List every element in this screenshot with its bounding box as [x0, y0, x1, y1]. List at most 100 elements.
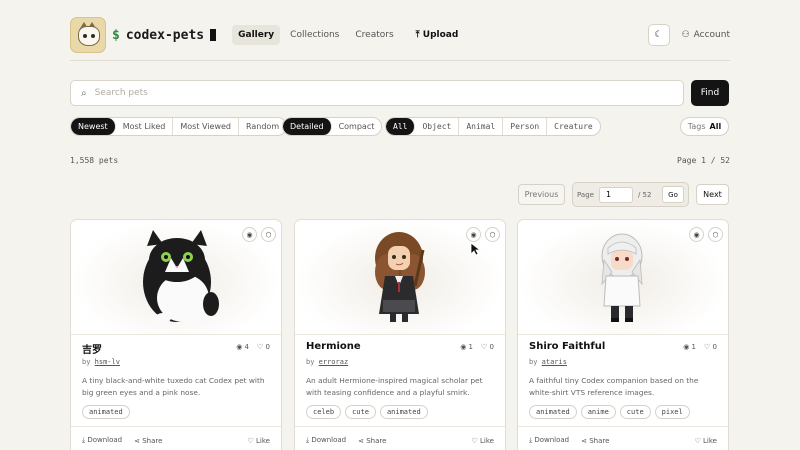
like-button[interactable]: ♡ Like: [695, 437, 717, 445]
share-button[interactable]: ⋖ Share: [134, 437, 162, 445]
nav-creators[interactable]: Creators: [349, 25, 399, 45]
like-count: 0: [489, 343, 494, 351]
type-creature[interactable]: Creature: [547, 118, 600, 135]
type-filter: All Object Animal Person Creature: [385, 117, 601, 136]
brand[interactable]: $ codex-pets: [112, 27, 217, 43]
sort-newest[interactable]: Newest: [71, 118, 116, 135]
pet-description: An adult Hermione-inspired magical schol…: [306, 376, 483, 397]
logo-cat-icon[interactable]: [70, 17, 106, 53]
nav-gallery[interactable]: Gallery: [232, 25, 281, 45]
download-label: Download: [87, 436, 123, 444]
nav-collections[interactable]: Collections: [284, 25, 345, 45]
header-divider: [70, 60, 730, 61]
view-compact[interactable]: Compact: [332, 118, 382, 135]
tag-chip[interactable]: anime: [580, 405, 616, 419]
tag-chip[interactable]: cute: [345, 405, 376, 419]
search-bar[interactable]: ⌕: [70, 80, 684, 106]
page-indicator: Page 1 / 52: [677, 156, 730, 165]
tags-value: All: [709, 122, 722, 131]
main-nav: Gallery Collections Creators ⤒ Upload: [232, 25, 464, 45]
sort-random[interactable]: Random: [239, 118, 286, 135]
cube-icon[interactable]: ⬡: [485, 227, 500, 242]
pet-card[interactable]: ◉ ⬡ 吉罗 ◉ 4 ♡ 0 by hsm-lv A tiny black-an…: [70, 219, 282, 450]
view-detailed[interactable]: Detailed: [283, 118, 332, 135]
eye-icon[interactable]: ◉: [466, 227, 481, 242]
tag-chip[interactable]: animated: [379, 405, 428, 419]
share-icon: ⋖: [134, 436, 143, 445]
heart-icon: ♡: [694, 436, 704, 445]
tag-chip[interactable]: pixel: [654, 405, 690, 419]
eye-icon: ◉: [236, 343, 245, 351]
eye-icon: ◉: [683, 343, 692, 351]
eye-icon[interactable]: ◉: [689, 227, 704, 242]
brand-prompt: $: [112, 27, 120, 43]
tag-chip[interactable]: cute: [619, 405, 651, 419]
pet-title[interactable]: 吉罗: [82, 341, 102, 356]
pet-count: 1,558 pets: [70, 156, 119, 165]
view-filter: Detailed Compact: [282, 117, 383, 136]
like-label: Like: [703, 436, 717, 445]
pet-actions: ⤓ Download ⋖ Share ♡ Like: [82, 436, 270, 445]
pet-author-link[interactable]: ataris: [542, 358, 567, 366]
pet-stats: ◉ 1 ♡ 0: [683, 343, 717, 351]
pet-title[interactable]: Hermione: [306, 341, 361, 352]
eye-icon[interactable]: ◉: [242, 227, 257, 242]
heart-icon: ♡: [471, 436, 481, 445]
type-object[interactable]: Object: [415, 118, 460, 135]
share-label: Share: [142, 436, 163, 445]
pet-description: A tiny black-and-white tuxedo cat Codex …: [82, 376, 265, 397]
type-person[interactable]: Person: [503, 118, 548, 135]
theme-toggle-button[interactable]: ☾: [647, 24, 670, 46]
heart-icon: ♡: [704, 343, 713, 351]
sort-most-liked[interactable]: Most Liked: [116, 118, 174, 135]
download-label: Download: [534, 436, 570, 444]
page-input[interactable]: [598, 186, 633, 203]
by-label: by: [306, 358, 315, 366]
page-label: Page: [577, 190, 594, 199]
pet-author-link[interactable]: hsm-lv: [95, 358, 120, 366]
pet-card[interactable]: ◉ ⬡ Shiro Faithful ◉ 1 ♡ 0 by ataris A f…: [517, 219, 729, 450]
cube-icon[interactable]: ⬡: [708, 227, 723, 242]
search-input[interactable]: [94, 88, 655, 98]
page-total: / 52: [637, 190, 652, 199]
find-button[interactable]: Find: [691, 80, 729, 106]
account-link[interactable]: ⚇ Account: [682, 30, 730, 40]
page-jump: Page / 52 Go: [572, 182, 689, 207]
download-button[interactable]: ⤓ Download: [529, 436, 569, 445]
like-label: Like: [480, 436, 494, 445]
next-button[interactable]: Next: [696, 184, 729, 205]
pet-author-line: by hsm-lv: [82, 358, 120, 366]
heart-icon: ♡: [481, 343, 490, 351]
like-button[interactable]: ♡ Like: [248, 437, 270, 445]
cube-icon[interactable]: ⬡: [261, 227, 276, 242]
pet-author-link[interactable]: erroraz: [319, 358, 349, 366]
sort-most-viewed[interactable]: Most Viewed: [173, 118, 239, 135]
pet-description: A faithful tiny Codex companion based on…: [529, 376, 699, 397]
like-count: 0: [265, 343, 270, 351]
download-button[interactable]: ⤓ Download: [82, 436, 122, 445]
pet-author-line: by ataris: [529, 358, 567, 366]
pet-title[interactable]: Shiro Faithful: [529, 341, 605, 352]
by-label: by: [529, 358, 538, 366]
tag-chip[interactable]: celeb: [306, 405, 342, 419]
like-button[interactable]: ♡ Like: [472, 437, 494, 445]
view-count: 1: [691, 343, 697, 351]
card-divider: [71, 426, 281, 427]
go-button[interactable]: Go: [662, 186, 684, 203]
tag-chip[interactable]: animated: [82, 405, 130, 419]
share-label: Share: [366, 436, 387, 445]
share-button[interactable]: ⋖ Share: [358, 437, 386, 445]
heart-icon: ♡: [247, 436, 257, 445]
previous-button[interactable]: Previous: [518, 184, 565, 205]
pet-stats: ◉ 1 ♡ 0: [460, 343, 494, 351]
download-button[interactable]: ⤓ Download: [306, 436, 346, 445]
tag-chip[interactable]: animated: [529, 405, 577, 419]
pet-tags: animated anime cute pixel: [529, 405, 690, 419]
upload-button[interactable]: ⤒ Upload: [410, 25, 465, 45]
type-all[interactable]: All: [386, 118, 416, 135]
like-count: 0: [712, 343, 717, 351]
type-animal[interactable]: Animal: [459, 118, 504, 135]
brand-name: codex-pets: [125, 27, 205, 43]
share-button[interactable]: ⋖ Share: [581, 437, 609, 445]
tags-filter[interactable]: Tags All: [680, 117, 729, 136]
